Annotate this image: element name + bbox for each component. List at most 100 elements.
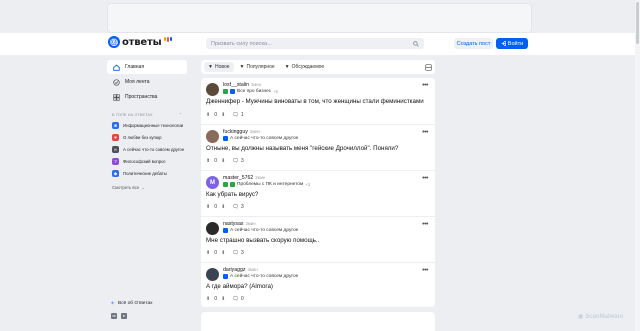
topic-politics[interactable]: ◆ Политические дебаты [107, 170, 187, 177]
topic-it[interactable]: ■ Информационные технологии [107, 122, 187, 129]
category-label: А сейчас что-то совсем другое [230, 274, 299, 279]
sidebar-item-feed[interactable]: Моя лента [107, 75, 187, 89]
comment-icon: 🗨 [232, 112, 239, 118]
question-author[interactable]: nastysas 3мин [223, 221, 256, 227]
upvote-icon[interactable]: ⬆ [206, 158, 210, 164]
question-actions: ⬆ 0 ⬇ 🗨 3 [206, 250, 244, 256]
spaces-icon [112, 93, 120, 101]
topic-love[interactable]: ♥ О любви без купюр [107, 134, 187, 141]
comments-button[interactable]: 🗨 3 [232, 250, 243, 256]
avatar[interactable]: M [206, 176, 219, 189]
login-button[interactable]: Войти [496, 38, 528, 49]
category-label: Все про бизнес [237, 89, 272, 94]
more-options-icon[interactable]: ••• [422, 267, 428, 274]
shield-icon: ◉ [578, 314, 584, 320]
question-category[interactable]: Проблемы с ПК и интернетом +2 [223, 182, 310, 187]
category-icon [223, 228, 228, 233]
question-actions: ⬆ 0 ⬇ 🗨 3 [206, 204, 244, 210]
sidebar-item-spaces[interactable]: Пространства [107, 90, 187, 104]
sidebar-item-home[interactable]: Главная [107, 60, 187, 74]
tab-new[interactable]: ▼ Новое [204, 62, 234, 72]
chevron-up-icon[interactable]: ⌃ [179, 112, 182, 117]
downvote-icon[interactable]: ⬇ [221, 112, 225, 118]
question-author[interactable]: dariyaggz 3мин [223, 267, 258, 273]
comments-button[interactable]: 🗨 1 [232, 112, 243, 118]
question-text[interactable]: Отныне, вы должны называть меня "гейские… [206, 145, 398, 152]
search-icon[interactable] [413, 40, 419, 47]
question-card[interactable]: M master_5762 2мин Проблемы с ПК и интерн… [201, 170, 435, 216]
downvote-icon[interactable]: ⬇ [221, 296, 225, 302]
create-post-button[interactable]: Создать пост [454, 38, 493, 49]
page-scrollbar[interactable] [635, 0, 640, 331]
more-options-icon[interactable]: ••• [422, 221, 428, 228]
avatar[interactable] [206, 268, 219, 281]
politics-icon: ◆ [112, 170, 119, 177]
vk-icon[interactable]: vk [111, 313, 117, 319]
see-all-label: Смотреть все [112, 185, 140, 190]
search-bar[interactable] [206, 38, 424, 49]
category-icon [223, 136, 228, 141]
scrollbar-thumb[interactable] [636, 2, 639, 44]
more-options-icon[interactable]: ••• [422, 82, 428, 89]
category-icon [223, 182, 228, 187]
category-label: А сейчас что-то совсем другое [230, 228, 299, 233]
category-icon [223, 89, 228, 94]
category-label: Проблемы с ПК и интернетом [237, 182, 304, 187]
question-card[interactable]: fuckingguy 2мин А сейчас что-то совсем др… [201, 124, 435, 170]
author-name[interactable]: fuckingguy [223, 129, 248, 135]
question-time: 2мин [249, 129, 260, 134]
logo[interactable]: @ ответы [108, 36, 173, 48]
downvote-icon[interactable]: ⬇ [221, 204, 225, 210]
watermark: ◉ ScanMalware [578, 313, 623, 321]
avatar[interactable] [206, 130, 219, 143]
telegram-icon[interactable]: ➤ [121, 313, 127, 319]
question-feed: losf__stalin 2мин Все про бизнес +6 ••• Дж… [201, 78, 435, 307]
question-category[interactable]: Все про бизнес +6 [223, 89, 278, 94]
upvote-icon[interactable]: ⬆ [206, 204, 210, 210]
more-options-icon[interactable]: ••• [422, 129, 428, 136]
question-text[interactable]: Мне страшно вызвать скорую помощь.. [206, 237, 319, 244]
question-category[interactable]: А сейчас что-то совсем другое [223, 228, 298, 233]
tab-popular[interactable]: ▼ Популярное [236, 62, 279, 72]
comment-icon: 🗨 [232, 158, 239, 164]
category-label: А сейчас что-то совсем другое [230, 136, 299, 141]
tab-discussed[interactable]: ▼ Обсуждаемое [281, 62, 329, 72]
social-links: vk ➤ [111, 313, 127, 319]
downvote-icon[interactable]: ⬇ [221, 250, 225, 256]
all-answers-link[interactable]: ✦ Всё об Ответах [110, 300, 153, 307]
question-category[interactable]: А сейчас что-то совсем другое [223, 274, 298, 279]
question-card[interactable]: losf__stalin 2мин Все про бизнес +6 ••• Дж… [201, 78, 435, 124]
see-all-link[interactable]: Смотреть все → [107, 185, 187, 190]
avatar[interactable] [206, 83, 219, 96]
comments-button[interactable]: 🗨 3 [232, 204, 243, 210]
downvote-icon[interactable]: ⬇ [221, 158, 225, 164]
sidebar-item-label: Пространства [125, 94, 158, 100]
layout-toggle-button[interactable] [422, 60, 435, 74]
more-options-icon[interactable]: ••• [422, 175, 428, 182]
question-text[interactable]: Дженнифер - Мужчины виноваты в том, что … [206, 98, 424, 105]
question-text[interactable]: А где аймора? (Almora) [206, 283, 273, 290]
comments-button[interactable]: 🗨 0 [232, 296, 243, 302]
topic-other[interactable]: ∞ А сейчас что-то совсем другое [107, 146, 187, 153]
question-card[interactable]: dariyaggz 3мин А сейчас что-то совсем дру… [201, 262, 435, 307]
author-name[interactable]: dariyaggz [223, 267, 246, 273]
avatar[interactable] [206, 222, 219, 235]
topic-philosophy[interactable]: ? Философский вопрос [107, 158, 187, 165]
question-author[interactable]: master_5762 2мин [223, 175, 265, 181]
upvote-icon[interactable]: ⬆ [206, 296, 210, 302]
comments-button[interactable]: 🗨 3 [232, 158, 243, 164]
question-author[interactable]: fuckingguy 2мин [223, 129, 260, 135]
question-category[interactable]: А сейчас что-то совсем другое [223, 136, 298, 141]
upvote-icon[interactable]: ⬆ [206, 250, 210, 256]
author-name[interactable]: losf__stalin [223, 82, 249, 88]
question-author[interactable]: losf__stalin 2мин [223, 82, 261, 88]
logo-text: ответы [122, 36, 162, 48]
question-card[interactable]: nastysas 3мин А сейчас что-то совсем друг… [201, 216, 435, 262]
search-input[interactable] [211, 40, 413, 47]
question-text[interactable]: Как убрать вирус? [206, 191, 258, 198]
author-name[interactable]: nastysas [223, 221, 243, 227]
author-name[interactable]: master_5762 [223, 175, 253, 181]
topics-header[interactable]: В ТОПЕ НА ОТВЕТАХ ⌃ [107, 112, 187, 118]
upvote-icon[interactable]: ⬆ [206, 112, 210, 118]
question-time: 2мин [255, 175, 266, 180]
